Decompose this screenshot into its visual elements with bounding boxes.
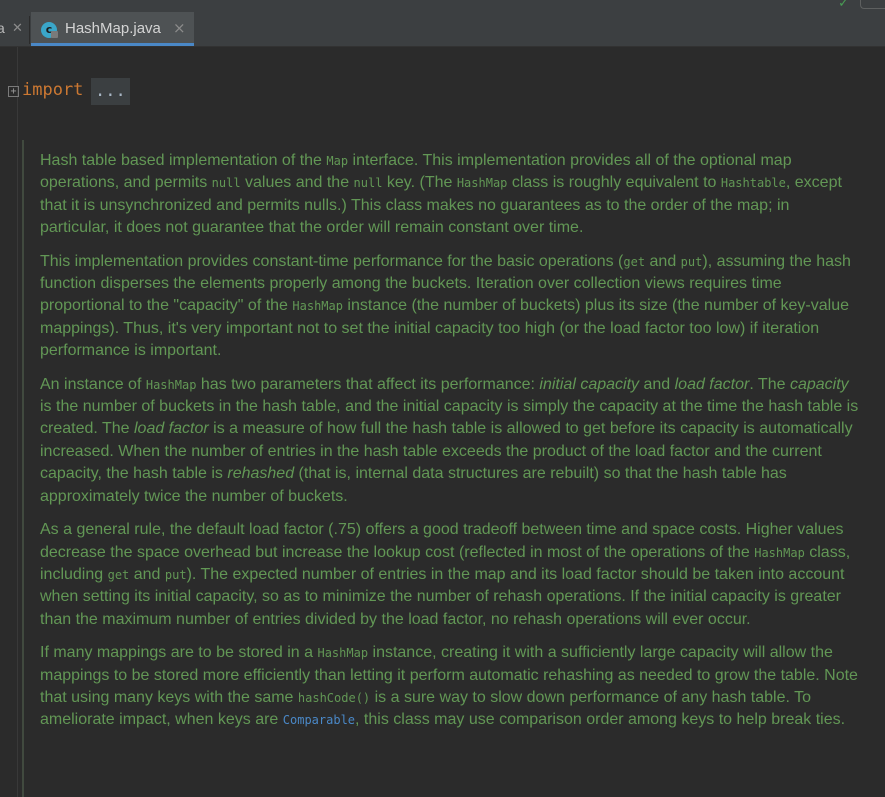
- doc-emphasis: rehashed: [227, 465, 295, 483]
- doc-text-run: If many mappings are to be stored in a: [40, 644, 318, 662]
- import-keyword: import: [22, 80, 84, 100]
- tab-previous[interactable]: a ✕: [0, 12, 28, 46]
- doc-emphasis: load factor: [133, 420, 209, 438]
- doc-text-run: , this class may use comparison order am…: [355, 711, 846, 729]
- doc-paragraph: Hash table based implementation of the M…: [40, 150, 860, 240]
- doc-text-run: This implementation provides constant-ti…: [40, 252, 624, 270]
- active-tab-indicator: [31, 43, 194, 46]
- lock-icon: [51, 31, 58, 38]
- toolbar-strip: ✓: [0, 0, 885, 12]
- tab-previous-label: a: [0, 20, 5, 36]
- doc-code: null: [211, 176, 241, 191]
- doc-code-link[interactable]: Comparable: [283, 713, 355, 727]
- doc-text-run: Hash table based implementation of the: [40, 152, 327, 169]
- editor-tab-bar: a ✕ c HashMap.java ×: [0, 12, 885, 47]
- check-icon[interactable]: ✓: [838, 0, 849, 11]
- java-class-icon: c: [41, 22, 58, 38]
- doc-paragraph: This implementation provides constant-ti…: [40, 251, 860, 363]
- tab-divider: [29, 16, 30, 44]
- doc-text-run: and: [639, 375, 675, 393]
- doc-code: HashMap: [754, 545, 805, 560]
- doc-text-run: and: [129, 565, 165, 583]
- doc-code: HashMap: [145, 377, 197, 392]
- doc-code: get: [107, 567, 130, 582]
- doc-code: Map: [326, 154, 349, 168]
- doc-text-run: values and the: [240, 174, 354, 192]
- close-icon[interactable]: ×: [173, 19, 186, 37]
- tab-title: HashMap.java: [65, 20, 161, 37]
- code-editor[interactable]: + import ... Hash table based implementa…: [0, 47, 885, 797]
- tab-hashmap-java[interactable]: c HashMap.java ×: [31, 12, 194, 46]
- doc-code: Hashtable: [720, 176, 786, 191]
- doc-code: HashMap: [456, 176, 508, 191]
- doc-code: hashCode(): [297, 690, 371, 705]
- doc-text-run: An instance of: [40, 375, 146, 393]
- doc-code: put: [680, 254, 703, 269]
- doc-paragraph: An instance of HashMap has two parameter…: [40, 374, 860, 508]
- doc-text-run: As a general rule, the default load fact…: [40, 521, 844, 561]
- javadoc-text: Hash table based implementation of the M…: [40, 150, 860, 743]
- doc-paragraph: As a general rule, the default load fact…: [40, 519, 860, 631]
- doc-code: null: [353, 176, 383, 191]
- doc-text-run: class is roughly equivalent to: [507, 174, 721, 192]
- javadoc-gutter-bar: [22, 140, 24, 797]
- javadoc-rendered-block: Hash table based implementation of the M…: [22, 140, 885, 797]
- doc-text-run: . The: [749, 375, 790, 393]
- doc-emphasis: initial capacity: [539, 375, 640, 393]
- close-icon[interactable]: ✕: [12, 20, 23, 36]
- doc-text-run: has two parameters that affect its perfo…: [196, 375, 540, 393]
- gutter-divider: [17, 47, 18, 797]
- doc-code: HashMap: [292, 299, 343, 314]
- folded-imports[interactable]: ...: [91, 78, 130, 105]
- window-control-edge: [860, 0, 885, 9]
- doc-emphasis: capacity: [789, 375, 849, 393]
- doc-text-run: and: [645, 252, 681, 270]
- doc-code: put: [164, 567, 187, 582]
- doc-paragraph: If many mappings are to be stored in a H…: [40, 642, 860, 732]
- doc-emphasis: load factor: [674, 375, 750, 393]
- doc-code: HashMap: [317, 646, 369, 661]
- fold-expand-icon[interactable]: +: [8, 86, 19, 97]
- doc-text-run: key. (The: [382, 174, 457, 192]
- doc-code: get: [623, 254, 646, 269]
